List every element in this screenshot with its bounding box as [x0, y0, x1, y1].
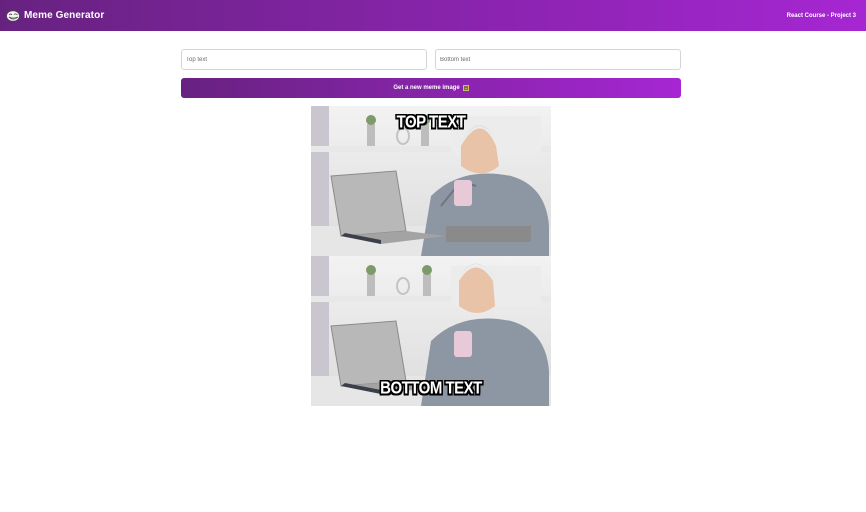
bottom-text-input[interactable]	[435, 49, 681, 70]
inputs-row	[181, 49, 681, 70]
course-label: React Course - Project 3	[786, 12, 856, 19]
top-text-input[interactable]	[181, 49, 427, 70]
meme-picture	[311, 106, 551, 406]
app-header: Meme Generator React Course - Project 3	[0, 0, 866, 31]
app-title: Meme Generator	[24, 10, 105, 21]
meme-top-text: TOP TEXT	[396, 112, 466, 133]
meme-bottom-text: BOTTOM TEXT	[380, 378, 482, 399]
get-new-meme-label: Get a new meme image	[393, 85, 460, 91]
meme-form: Get a new meme image	[181, 49, 681, 98]
brand: Meme Generator	[6, 9, 105, 22]
get-new-meme-button[interactable]: Get a new meme image	[181, 78, 681, 98]
meme-image: TOP TEXT BOTTOM TEXT	[311, 106, 551, 406]
troll-face-icon	[6, 9, 20, 22]
framed-picture-icon	[462, 85, 469, 91]
